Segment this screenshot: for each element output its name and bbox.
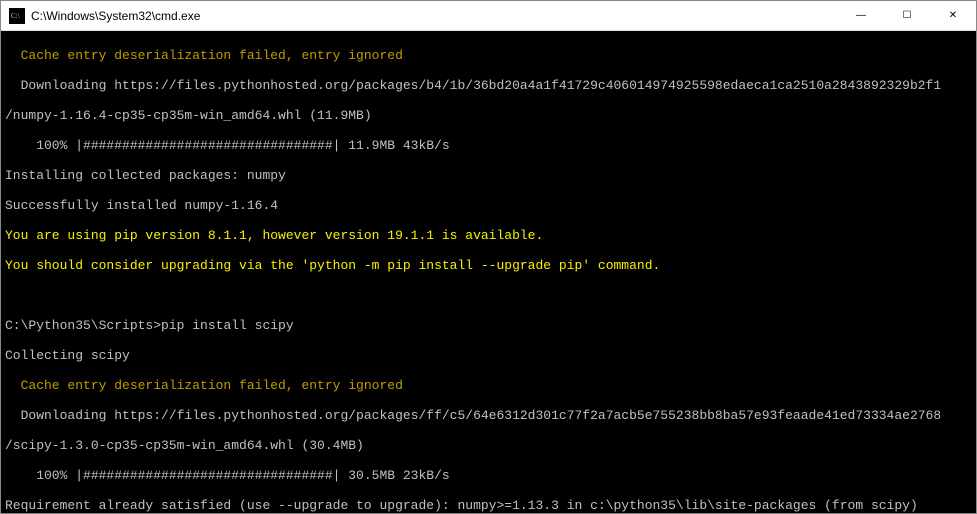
output-line: Cache entry deserialization failed, entr… bbox=[5, 48, 972, 63]
command: pip install scipy bbox=[161, 318, 294, 333]
output-line: 100% |################################| … bbox=[5, 468, 972, 483]
svg-text:C:\: C:\ bbox=[11, 12, 20, 20]
output-line: Collecting scipy bbox=[5, 348, 972, 363]
close-button[interactable]: ✕ bbox=[930, 1, 976, 31]
output-line: Installing collected packages: numpy bbox=[5, 168, 972, 183]
output-line: /scipy-1.3.0-cp35-cp35m-win_amd64.whl (3… bbox=[5, 438, 972, 453]
output-line: Downloading https://files.pythonhosted.o… bbox=[5, 78, 972, 93]
terminal-output[interactable]: Cache entry deserialization failed, entr… bbox=[1, 31, 976, 513]
output-line: You should consider upgrading via the 'p… bbox=[5, 258, 972, 273]
blank-line bbox=[5, 288, 972, 303]
titlebar[interactable]: C:\ C:\Windows\System32\cmd.exe — ☐ ✕ bbox=[1, 1, 976, 31]
cmd-window: C:\ C:\Windows\System32\cmd.exe — ☐ ✕ Ca… bbox=[0, 0, 977, 514]
output-line: Requirement already satisfied (use --upg… bbox=[5, 498, 972, 513]
output-line: 100% |################################| … bbox=[5, 138, 972, 153]
output-line: Successfully installed numpy-1.16.4 bbox=[5, 198, 972, 213]
cmd-icon: C:\ bbox=[9, 8, 25, 24]
output-line: /numpy-1.16.4-cp35-cp35m-win_amd64.whl (… bbox=[5, 108, 972, 123]
prompt: C:\Python35\Scripts> bbox=[5, 318, 161, 333]
prompt-line: C:\Python35\Scripts>pip install scipy bbox=[5, 318, 972, 333]
maximize-icon: ☐ bbox=[903, 10, 912, 21]
output-line: You are using pip version 8.1.1, however… bbox=[5, 228, 972, 243]
minimize-button[interactable]: — bbox=[838, 1, 884, 31]
output-line: Downloading https://files.pythonhosted.o… bbox=[5, 408, 972, 423]
minimize-icon: — bbox=[856, 10, 866, 21]
window-title: C:\Windows\System32\cmd.exe bbox=[31, 9, 200, 23]
maximize-button[interactable]: ☐ bbox=[884, 1, 930, 31]
output-line: Cache entry deserialization failed, entr… bbox=[5, 378, 972, 393]
close-icon: ✕ bbox=[949, 10, 957, 21]
